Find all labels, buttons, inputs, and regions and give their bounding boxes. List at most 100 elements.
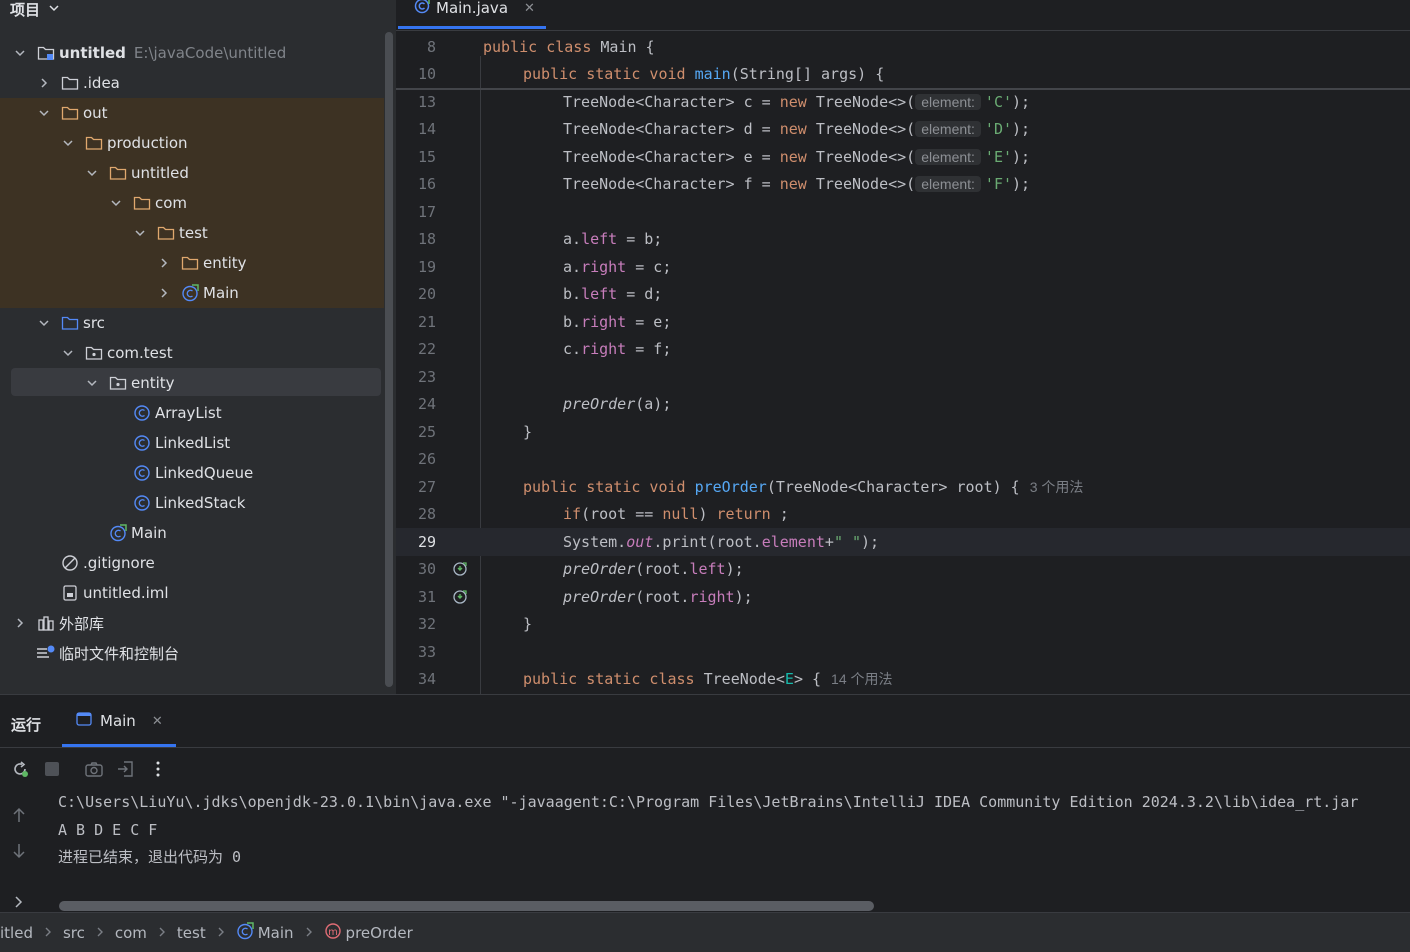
chevron-down-icon[interactable] xyxy=(60,347,76,359)
line-number[interactable]: 18 xyxy=(396,230,436,248)
code-line[interactable]: 23 xyxy=(396,363,1410,391)
tree-item-linkedlist[interactable]: LinkedList xyxy=(0,428,384,458)
line-number[interactable]: 32 xyxy=(396,615,436,633)
line-number[interactable]: 23 xyxy=(396,368,436,386)
arrow-down-icon[interactable] xyxy=(10,841,28,865)
line-number[interactable]: 19 xyxy=(396,258,436,276)
chevron-down-icon[interactable] xyxy=(48,0,60,18)
chevron-down-icon[interactable] xyxy=(132,227,148,239)
run-tab-main[interactable]: Main ✕ xyxy=(76,712,163,730)
tree-item-[interactable]: 临时文件和控制台 xyxy=(0,638,384,668)
code-line[interactable]: 28 if (root == null) return ; xyxy=(396,501,1410,529)
tree-item-untitled[interactable]: untitled xyxy=(0,158,384,188)
tree-item-com-test[interactable]: com.test xyxy=(0,338,384,368)
code-line[interactable]: 34 public static class TreeNode< E > {14 个用… xyxy=(396,666,1410,694)
code-line[interactable]: 16 TreeNode<Character> f = new TreeNode<>… xyxy=(396,171,1410,199)
tree-item-linkedstack[interactable]: LinkedStack xyxy=(0,488,384,518)
tree-item-untitled-iml[interactable]: untitled.iml xyxy=(0,578,384,608)
line-number[interactable]: 30 xyxy=(396,560,436,578)
code-line[interactable]: 17 xyxy=(396,198,1410,226)
line-number[interactable]: 31 xyxy=(396,588,436,606)
chevron-down-icon[interactable] xyxy=(84,377,100,389)
tree-item-com[interactable]: com xyxy=(0,188,384,218)
line-number[interactable]: 25 xyxy=(396,423,436,441)
tree-item-entity[interactable]: entity xyxy=(0,248,384,278)
tree-item-out[interactable]: out xyxy=(0,98,384,128)
recursion-icon[interactable] xyxy=(436,561,483,577)
recursion-icon[interactable] xyxy=(436,589,483,605)
breadcrumb-item[interactable]: Main xyxy=(236,921,294,944)
code-line[interactable]: 14 TreeNode<Character> d = new TreeNode<>… xyxy=(396,116,1410,144)
chevron-right-icon[interactable] xyxy=(156,287,172,299)
code-line[interactable]: 15 TreeNode<Character> e = new TreeNode<>… xyxy=(396,143,1410,171)
code-line[interactable]: 29 System. out .print(root. element + " "); xyxy=(396,528,1410,556)
line-number[interactable]: 15 xyxy=(396,148,436,166)
tree-item-untitled[interactable]: untitled E:\javaCode\untitled xyxy=(0,38,384,68)
line-number[interactable]: 16 xyxy=(396,175,436,193)
line-number[interactable]: 27 xyxy=(396,478,436,496)
camera-icon[interactable] xyxy=(84,759,104,783)
more-options-icon[interactable] xyxy=(148,759,168,783)
usage-count-hint[interactable]: 14 个用法 xyxy=(831,669,892,689)
code-line[interactable]: 21 b. right = e; xyxy=(396,308,1410,336)
code-line[interactable]: 8 public class Main { xyxy=(396,33,1410,61)
tree-item-arraylist[interactable]: ArrayList xyxy=(0,398,384,428)
code-line[interactable]: 31 preOrder (root. right); xyxy=(396,583,1410,611)
code-line[interactable]: 27 public static void preOrder (TreeNode<C… xyxy=(396,473,1410,501)
tree-item-src[interactable]: src xyxy=(0,308,384,338)
line-number[interactable]: 33 xyxy=(396,643,436,661)
line-number[interactable]: 14 xyxy=(396,120,436,138)
code-line[interactable]: 25} xyxy=(396,418,1410,446)
chevron-down-icon[interactable] xyxy=(12,47,28,59)
code-line[interactable]: 20 b. left = d; xyxy=(396,281,1410,309)
code-line[interactable]: 18 a. left = b; xyxy=(396,226,1410,254)
tree-item-gitignore[interactable]: .gitignore xyxy=(0,548,384,578)
line-number[interactable]: 26 xyxy=(396,450,436,468)
code-line[interactable]: 26 xyxy=(396,446,1410,474)
tree-item-test[interactable]: test xyxy=(0,218,384,248)
tree-item-entity[interactable]: entity xyxy=(0,368,384,398)
code-line[interactable]: 32} xyxy=(396,611,1410,639)
tree-item-[interactable]: 外部库 xyxy=(0,608,384,638)
chevron-right-icon[interactable] xyxy=(156,257,172,269)
chevron-down-icon[interactable] xyxy=(36,107,52,119)
line-number[interactable]: 13 xyxy=(396,93,436,111)
code-line[interactable]: 33 xyxy=(396,638,1410,666)
project-scrollbar[interactable] xyxy=(385,32,393,687)
breadcrumb-item[interactable]: src xyxy=(63,924,85,942)
breadcrumb-item[interactable]: com xyxy=(115,924,147,942)
breadcrumb-item[interactable]: m preOrder xyxy=(324,922,413,944)
chevron-down-icon[interactable] xyxy=(108,197,124,209)
login-icon[interactable] xyxy=(116,759,136,783)
line-number[interactable]: 17 xyxy=(396,203,436,221)
line-number[interactable]: 21 xyxy=(396,313,436,331)
chevron-right-icon[interactable] xyxy=(12,617,28,629)
rerun-icon[interactable] xyxy=(10,759,30,783)
code-line[interactable]: 10 public static void main (String[] args)… xyxy=(396,61,1410,89)
project-panel-header[interactable]: 项目 xyxy=(10,0,60,22)
tree-item-production[interactable]: production xyxy=(0,128,384,158)
arrow-up-icon[interactable] xyxy=(10,805,28,829)
console-horizontal-scrollbar[interactable] xyxy=(59,901,874,911)
line-number[interactable]: 28 xyxy=(396,505,436,523)
code-lines[interactable]: 8 public class Main {10 public static void… xyxy=(396,33,1410,693)
code-line[interactable]: 24 preOrder (a); xyxy=(396,391,1410,419)
code-editor[interactable]: Main.java ✕ 8 public class Main {10 public… xyxy=(396,0,1410,694)
line-number[interactable]: 10 xyxy=(396,65,436,83)
editor-tab-main-java[interactable]: Main.java ✕ xyxy=(414,0,535,22)
line-number[interactable]: 22 xyxy=(396,340,436,358)
usage-count-hint[interactable]: 3 个用法 xyxy=(1030,477,1084,497)
chevron-down-icon[interactable] xyxy=(84,167,100,179)
tree-item-linkedqueue[interactable]: LinkedQueue xyxy=(0,458,384,488)
tree-item-main[interactable]: Main xyxy=(0,518,384,548)
tree-item-idea[interactable]: .idea xyxy=(0,68,384,98)
code-line[interactable]: 13 TreeNode<Character> c = new TreeNode<>… xyxy=(396,88,1410,116)
close-icon[interactable]: ✕ xyxy=(152,714,163,729)
code-line[interactable]: 30 preOrder (root. left); xyxy=(396,556,1410,584)
code-line[interactable]: 19 a. right = c; xyxy=(396,253,1410,281)
tree-item-main[interactable]: Main xyxy=(0,278,384,308)
line-number[interactable]: 20 xyxy=(396,285,436,303)
breadcrumb-item[interactable]: itled xyxy=(0,924,33,942)
stop-icon[interactable] xyxy=(42,759,62,783)
line-number[interactable]: 34 xyxy=(396,670,436,688)
